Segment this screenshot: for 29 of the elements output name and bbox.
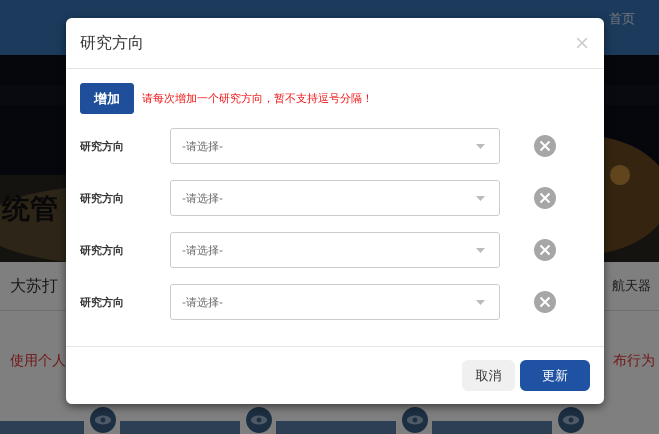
delete-icon[interactable] [534, 135, 556, 157]
field-label: 研究方向 [80, 242, 125, 258]
eye-icon [558, 407, 584, 433]
update-button[interactable]: 更新 [520, 360, 590, 391]
nav-link[interactable]: 航天器 [612, 277, 651, 295]
select-field[interactable]: -请选择- [170, 284, 500, 320]
select-field[interactable]: -请选择- [170, 232, 500, 268]
notice-text: 布行为 [613, 352, 655, 370]
eye-icon [246, 407, 272, 433]
field-label: 研究方向 [80, 190, 125, 206]
add-button[interactable]: 增加 [80, 83, 134, 114]
select-field[interactable]: -请选择- [170, 180, 500, 216]
eye-icon [90, 407, 116, 433]
caret-icon [476, 196, 485, 200]
hint-text: 请每次增加一个研究方向，暂不支持逗号分隔！ [142, 91, 373, 106]
delete-icon[interactable] [534, 187, 556, 209]
dialog-title: 研究方向 [80, 32, 144, 54]
field-label: 研究方向 [80, 138, 125, 154]
caret-icon [476, 300, 485, 304]
select-field[interactable]: -请选择- [170, 128, 500, 164]
caret-icon [476, 248, 485, 252]
eye-icon [402, 407, 428, 433]
field-label: 研究方向 [80, 294, 125, 310]
nav-link[interactable]: 大苏打 [10, 276, 58, 296]
delete-icon[interactable] [534, 239, 556, 261]
caret-icon [476, 144, 485, 148]
cancel-button[interactable]: 取消 [462, 360, 515, 391]
delete-icon[interactable] [534, 291, 556, 313]
notice-text: 使用个人 [10, 352, 66, 370]
